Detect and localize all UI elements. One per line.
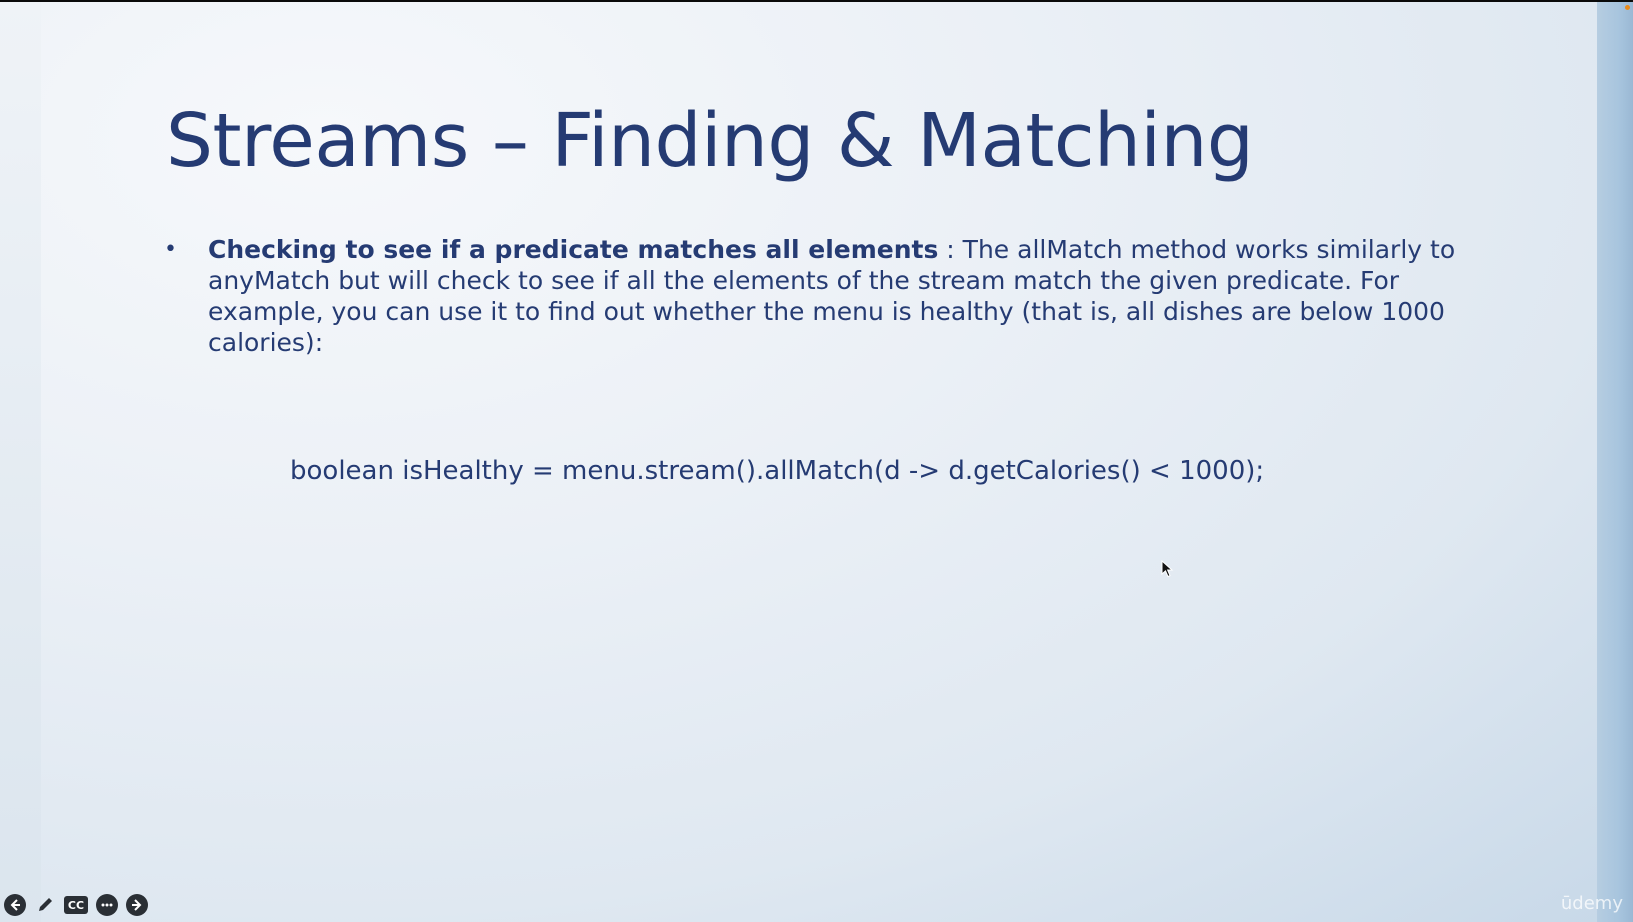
pen-icon[interactable] [34,894,56,916]
more-icon[interactable] [96,894,118,916]
arrow-right-icon[interactable] [126,894,148,916]
bullet-bold-text: Checking to see if a predicate matches a… [208,235,939,264]
video-frame: Streams – Finding & Matching • Checking … [0,0,1633,922]
bullet-text: Checking to see if a predicate matches a… [208,234,1504,358]
udemy-watermark: ūdemy [1560,893,1623,914]
top-border [0,0,1633,2]
mouse-pointer-icon [1161,560,1174,578]
slide-title: Streams – Finding & Matching [166,98,1254,184]
bullet-item: • Checking to see if a predicate matches… [164,234,1504,358]
arrow-left-icon[interactable] [4,894,26,916]
bullet-marker: • [164,237,177,262]
code-example: boolean isHealthy = menu.stream().allMat… [290,456,1265,486]
slide-right-edge [1597,0,1633,922]
recording-indicator-icon [1625,5,1630,10]
slide-left-strip [0,0,41,922]
player-controls: CC [4,894,148,916]
closed-captions-button[interactable]: CC [64,896,88,914]
